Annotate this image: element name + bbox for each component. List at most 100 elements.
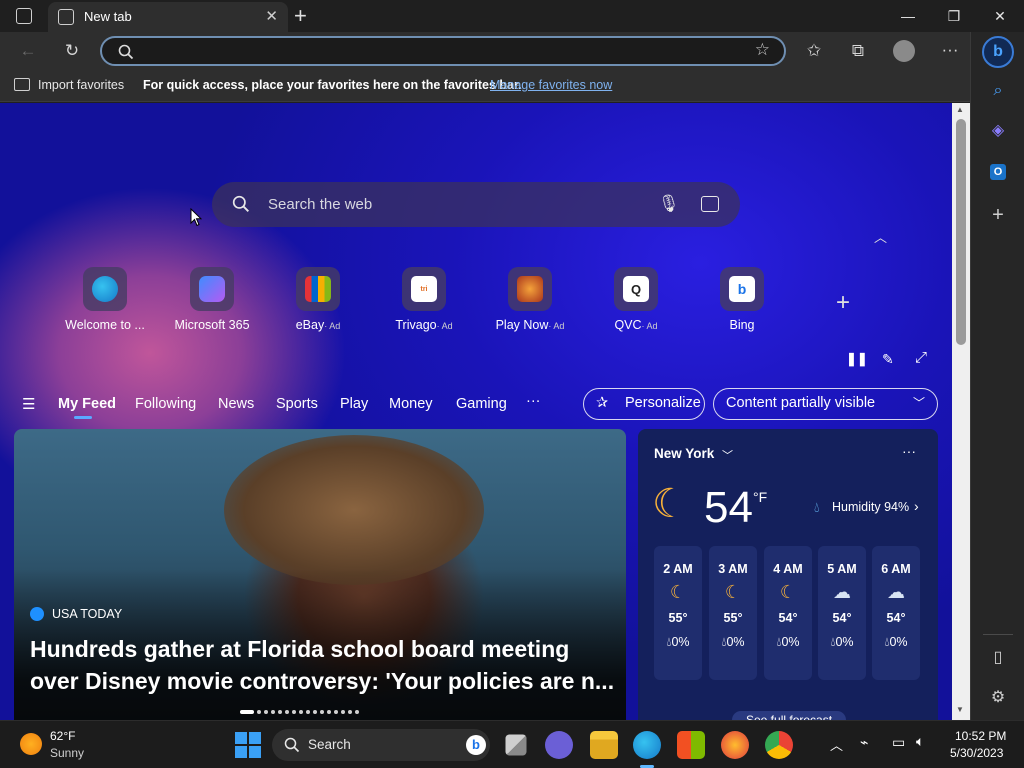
weather-more-icon[interactable]: ···: [902, 443, 916, 459]
quick-link-ebay[interactable]: eBay· Ad: [263, 267, 373, 332]
quick-link-bing[interactable]: b Bing: [687, 267, 797, 332]
collapse-chevron-icon[interactable]: ︿: [874, 227, 887, 246]
chevron-right-icon[interactable]: ›: [914, 498, 919, 514]
edit-background-icon[interactable]: ✎: [882, 351, 894, 368]
tab-following[interactable]: Following: [135, 396, 196, 412]
new-tab-button[interactable]: +: [294, 3, 307, 29]
copilot-icon[interactable]: b: [982, 36, 1014, 68]
carousel-dot[interactable]: [313, 710, 317, 714]
article-headline[interactable]: Hundreds gather at Florida school board …: [30, 633, 615, 697]
sidebar-settings-icon[interactable]: ⚙: [984, 684, 1012, 712]
taskbar-weather-temp[interactable]: 62°F: [50, 729, 75, 743]
add-favorite-icon[interactable]: ☆: [755, 40, 770, 60]
tab-actions-icon[interactable]: [16, 8, 32, 24]
tab-news[interactable]: News: [218, 396, 254, 412]
tab-money[interactable]: Money: [389, 396, 433, 412]
import-favorites-button[interactable]: Import favorites: [38, 78, 124, 92]
microsoft-store-icon[interactable]: [677, 731, 705, 759]
microphone-icon[interactable]: 🎙︎: [658, 194, 680, 214]
carousel-dot[interactable]: [334, 710, 338, 714]
tab-play[interactable]: Play: [340, 396, 368, 412]
humidity-value[interactable]: Humidity 94%: [832, 500, 909, 514]
content-visibility-dropdown[interactable]: Content partially visible ﹀: [713, 388, 938, 420]
carousel-dot[interactable]: [348, 710, 352, 714]
web-search-box[interactable]: Search the web 🎙︎: [212, 182, 740, 227]
page-scrollbar[interactable]: ▲ ▼: [952, 103, 970, 720]
network-off-icon[interactable]: ⌁: [860, 734, 868, 751]
quick-link-trivago[interactable]: tri Trivago· Ad: [369, 267, 479, 332]
chrome-icon[interactable]: [765, 731, 793, 759]
collections-icon[interactable]: ⧉: [844, 37, 872, 65]
more-tabs-button[interactable]: ···: [526, 393, 541, 409]
hero-news-card[interactable]: USA TODAY Hundreds gather at Florida sch…: [14, 429, 626, 720]
carousel-dot[interactable]: [264, 710, 268, 714]
quick-link-welcome[interactable]: Welcome to ...: [50, 267, 160, 332]
carousel-dot[interactable]: [306, 710, 310, 714]
volume-icon[interactable]: 🔈︎: [916, 733, 924, 750]
carousel-dot[interactable]: [355, 710, 359, 714]
hourly-forecast-item: 4 AM ☾ 54° 💧︎0%: [764, 546, 812, 680]
chevron-down-icon[interactable]: ﹀: [722, 447, 733, 463]
edge-taskbar-icon[interactable]: [633, 731, 661, 759]
weather-card[interactable]: New York ﹀ ··· ☾ 54 °F 💧︎ Humidity 94% ›…: [638, 429, 938, 720]
tab-gaming[interactable]: Gaming: [456, 396, 507, 412]
carousel-indicator[interactable]: [240, 710, 359, 714]
quick-link-qvc[interactable]: Q QVC· Ad: [581, 267, 691, 332]
taskbar-search-box[interactable]: Search b: [272, 729, 490, 761]
personalize-button[interactable]: ✰ Personalize: [583, 388, 705, 420]
tab-my-feed[interactable]: My Feed: [58, 396, 116, 412]
add-quick-link-icon[interactable]: +: [836, 289, 850, 317]
task-view-icon[interactable]: [505, 734, 527, 756]
expand-icon[interactable]: ⤢: [915, 349, 927, 366]
microsoft-365-icon[interactable]: ◈: [984, 117, 1012, 145]
carousel-dot[interactable]: [299, 710, 303, 714]
search-icon[interactable]: ⌕: [984, 77, 1012, 105]
hide-sidebar-icon[interactable]: ▯: [984, 644, 1012, 672]
add-sidebar-app-icon[interactable]: +: [984, 201, 1012, 229]
tab-new-tab[interactable]: New tab ✕: [48, 2, 288, 32]
carousel-dot[interactable]: [257, 710, 261, 714]
profile-avatar[interactable]: [893, 40, 915, 62]
pause-background-icon[interactable]: ❚❚: [846, 351, 868, 367]
scroll-down-icon[interactable]: ▼: [956, 705, 964, 714]
carousel-dot[interactable]: [278, 710, 282, 714]
firefox-icon[interactable]: [721, 731, 749, 759]
clock-date[interactable]: 5/30/2023: [950, 746, 1003, 760]
windows-start-icon[interactable]: [234, 731, 262, 759]
display-icon[interactable]: ▭: [892, 734, 905, 751]
article-source: USA TODAY: [30, 607, 122, 621]
file-explorer-icon[interactable]: [590, 731, 618, 759]
back-icon[interactable]: ←: [14, 37, 42, 65]
clock-time[interactable]: 10:52 PM: [955, 729, 1006, 743]
settings-more-icon[interactable]: ···: [936, 36, 964, 64]
address-bar[interactable]: ☆: [100, 36, 786, 66]
menu-icon[interactable]: ☰: [22, 395, 35, 413]
scroll-up-icon[interactable]: ▲: [956, 105, 964, 114]
teams-chat-icon[interactable]: [545, 731, 573, 759]
quick-link-play-now[interactable]: Play Now· Ad: [475, 267, 585, 332]
address-input[interactable]: [142, 41, 722, 61]
carousel-dot[interactable]: [320, 710, 324, 714]
carousel-dot[interactable]: [285, 710, 289, 714]
visual-search-icon[interactable]: [701, 196, 719, 212]
weather-city[interactable]: New York: [654, 446, 714, 461]
carousel-dot[interactable]: [341, 710, 345, 714]
show-hidden-icons[interactable]: ︿: [830, 735, 843, 754]
close-window-button[interactable]: ✕: [980, 4, 1020, 28]
carousel-dot[interactable]: [292, 710, 296, 714]
tab-sports[interactable]: Sports: [276, 396, 318, 412]
see-full-forecast-link[interactable]: See full forecast: [732, 711, 847, 720]
carousel-dot[interactable]: [271, 710, 275, 714]
carousel-dot[interactable]: [240, 710, 254, 714]
manage-favorites-link[interactable]: Manage favorites now: [490, 78, 612, 92]
minimize-button[interactable]: —: [888, 4, 928, 28]
refresh-icon[interactable]: ↻: [58, 37, 86, 65]
quick-link-microsoft-365[interactable]: Microsoft 365: [157, 267, 267, 332]
scrollbar-thumb[interactable]: [956, 119, 966, 345]
favorites-icon[interactable]: ✩: [800, 37, 828, 65]
carousel-dot[interactable]: [327, 710, 331, 714]
close-tab-icon[interactable]: ✕: [265, 7, 278, 25]
outlook-icon[interactable]: O: [984, 157, 1012, 185]
taskbar-weather-desc[interactable]: Sunny: [50, 746, 84, 760]
restore-button[interactable]: ❐: [934, 4, 974, 28]
